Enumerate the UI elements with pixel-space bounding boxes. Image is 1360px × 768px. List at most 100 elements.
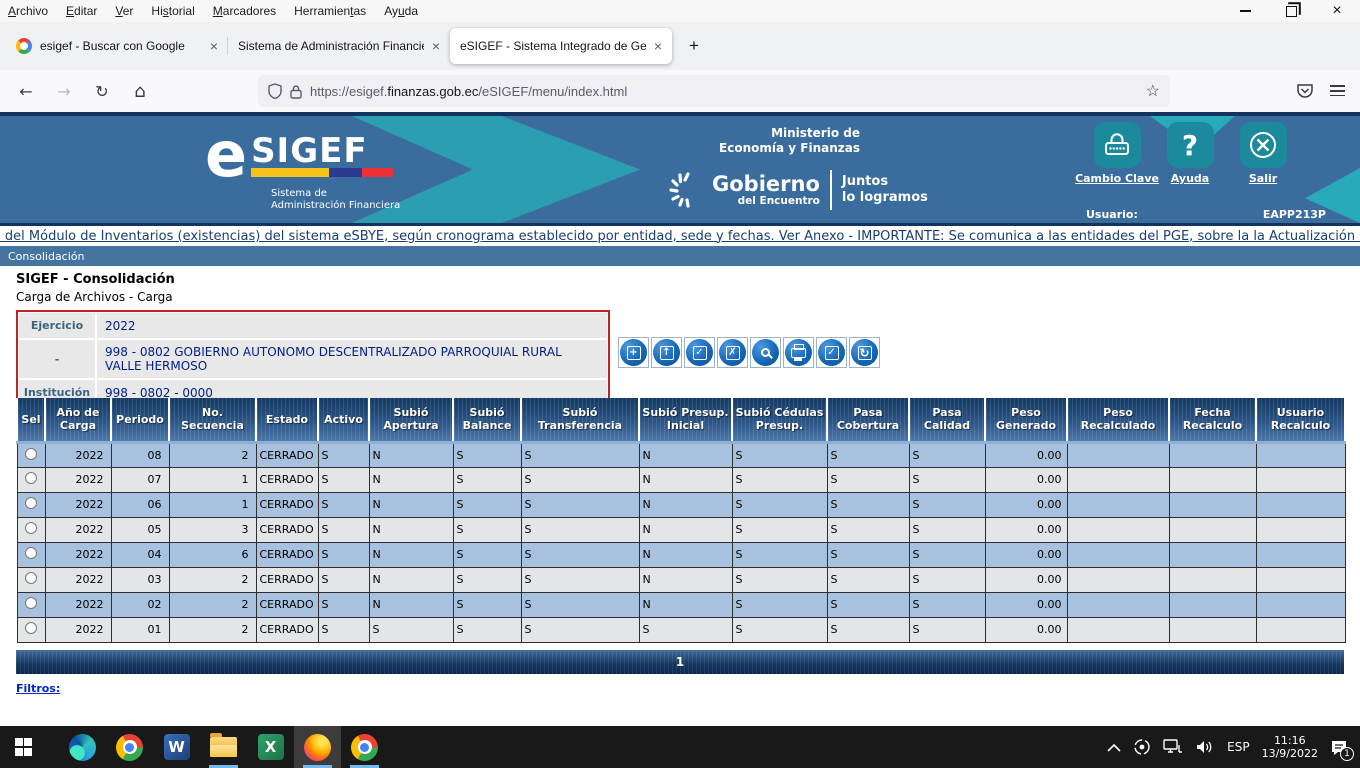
col-subio-presup-inicial: Subió Presup. Inicial (639, 398, 732, 442)
col-subio-transferencia: Subió Transferencia (521, 398, 639, 442)
minimize-icon[interactable] (1222, 0, 1268, 22)
shield-icon[interactable] (268, 83, 282, 99)
tab-google-search[interactable]: esigef - Buscar con Google × (6, 28, 228, 64)
time: 11:16 (1262, 734, 1318, 747)
question-icon[interactable] (1167, 122, 1214, 168)
tray-expand-icon[interactable] (1107, 743, 1121, 752)
starburst-icon (668, 168, 708, 212)
taskbar-chrome-2[interactable] (341, 726, 388, 768)
carga-table: Sel Año de Carga Periodo No. Secuencia E… (16, 398, 1346, 643)
menu-item[interactable]: Ayuda (384, 4, 418, 18)
window-controls (1222, 0, 1360, 22)
menu-item[interactable]: Ver (115, 4, 133, 18)
exit-icon[interactable] (1240, 122, 1287, 168)
row-select-radio[interactable] (25, 622, 37, 634)
bookmark-star-icon[interactable] (1146, 81, 1160, 101)
tab-close-icon[interactable]: × (432, 39, 440, 53)
validate-form-icon (693, 346, 707, 360)
url-bar[interactable]: https://esigef.finanzas.gob.ec/eSIGEF/me… (258, 75, 1170, 107)
page-subtitle: Carga de Archivos - Carga (16, 290, 173, 304)
pocket-icon[interactable] (1296, 82, 1314, 100)
new-tab-button[interactable]: + (680, 32, 708, 60)
taskbar-edge[interactable] (59, 726, 106, 768)
table-header: Sel Año de Carga Periodo No. Secuencia E… (17, 398, 1345, 442)
user-label: Usuario: RLOZADINTEG (1086, 208, 1225, 226)
preview-button[interactable] (750, 337, 781, 368)
row-select-radio[interactable] (25, 597, 37, 609)
delete-record-icon (726, 346, 740, 360)
row-select-radio[interactable] (25, 572, 37, 584)
gobierno-slogan: Juntos lo logramos (842, 174, 928, 206)
confirm-button[interactable] (816, 337, 847, 368)
col-periodo: Periodo (111, 398, 169, 442)
taskbar-word[interactable]: W (153, 726, 200, 768)
clock[interactable]: 11:16 13/9/2022 (1262, 734, 1318, 760)
row-select-radio[interactable] (25, 547, 37, 559)
table-body: 2022 08 2 CERRADO S N S S N S S S 0.00 2… (17, 442, 1345, 642)
menu-item[interactable]: Marcadores (213, 4, 276, 18)
new-record-button[interactable] (618, 337, 649, 368)
tab-sistema-admin[interactable]: Sistema de Administración Financie × (228, 28, 450, 64)
menu-item[interactable]: Archivo (8, 4, 48, 18)
taskbar-chrome[interactable] (106, 726, 153, 768)
back-button[interactable] (14, 79, 38, 103)
menu-item[interactable]: Historial (151, 4, 194, 18)
taskbar-explorer[interactable] (200, 726, 247, 768)
col-pasa-calidad: Pasa Calidad (909, 398, 985, 442)
validate-form-button[interactable] (684, 337, 715, 368)
language-indicator[interactable]: ESP (1227, 740, 1249, 754)
filters-link[interactable]: Filtros: (16, 682, 60, 695)
tab-close-icon[interactable]: × (654, 39, 662, 53)
row-select-radio[interactable] (25, 472, 37, 484)
forward-button[interactable] (52, 79, 76, 103)
close-icon[interactable] (1314, 0, 1360, 22)
notice-ticker[interactable]: es del Módulo de Inventarios (existencia… (0, 226, 1360, 246)
print-button[interactable] (783, 337, 814, 368)
page-number[interactable]: 1 (676, 655, 684, 669)
menu-item[interactable]: Herramientas (294, 4, 366, 18)
chrome-icon (116, 734, 143, 761)
col-anio-carga: Año de Carga (45, 398, 111, 442)
tab-close-icon[interactable]: × (210, 39, 218, 53)
table-row: 2022 04 6 CERRADO S N S S N S S S 0.00 (17, 542, 1345, 567)
cambio-clave-action[interactable]: Cambio Clave (1086, 122, 1148, 185)
volume-icon[interactable] (1195, 739, 1215, 755)
network-icon[interactable] (1163, 739, 1183, 755)
sel-cell (17, 467, 45, 492)
sel-cell (17, 442, 45, 467)
col-secuencia: No. Secuencia (169, 398, 256, 442)
url-text: https://esigef.finanzas.gob.ec/eSIGEF/me… (310, 84, 627, 99)
row-select-radio[interactable] (25, 522, 37, 534)
reload-button[interactable] (90, 79, 114, 103)
start-button[interactable] (0, 726, 47, 768)
flag-bar (251, 168, 393, 177)
tab-label: eSIGEF - Sistema Integrado de Gesti (460, 39, 646, 53)
home-button[interactable] (128, 79, 152, 103)
query-refresh-button[interactable] (849, 337, 880, 368)
sel-cell (17, 542, 45, 567)
lock-icon[interactable] (1094, 122, 1141, 168)
ayuda-action[interactable]: Ayuda (1159, 122, 1221, 185)
menu-item[interactable]: Editar (66, 4, 97, 18)
row-select-radio[interactable] (25, 448, 37, 460)
record-toolbar (618, 337, 880, 368)
salir-action[interactable]: Salir (1232, 122, 1294, 185)
save-upload-button[interactable] (651, 337, 682, 368)
row-select-radio[interactable] (25, 497, 37, 509)
lock-icon[interactable] (290, 84, 302, 99)
delete-record-button[interactable] (717, 337, 748, 368)
action-center[interactable]: 1 (1330, 739, 1348, 756)
teams-icon[interactable] (1133, 738, 1151, 756)
firefox-icon (304, 734, 331, 761)
confirm-check-icon (825, 346, 839, 360)
taskbar-excel[interactable]: X (247, 726, 294, 768)
preview-search-icon (761, 348, 770, 357)
taskbar-firefox[interactable] (294, 726, 341, 768)
ticker-text: es del Módulo de Inventarios (existencia… (0, 229, 1360, 244)
browser-menubar: Archivo Editar Ver Historial Marcadores … (0, 0, 1360, 22)
taskbar: W X ESP 11:16 13/9/2022 1 (0, 726, 1360, 768)
menu-hamburger-icon[interactable] (1330, 82, 1345, 99)
restore-icon[interactable] (1268, 0, 1314, 22)
tab-esigef-active[interactable]: eSIGEF - Sistema Integrado de Gesti × (450, 28, 672, 64)
col-peso-generado: Peso Generado (985, 398, 1067, 442)
